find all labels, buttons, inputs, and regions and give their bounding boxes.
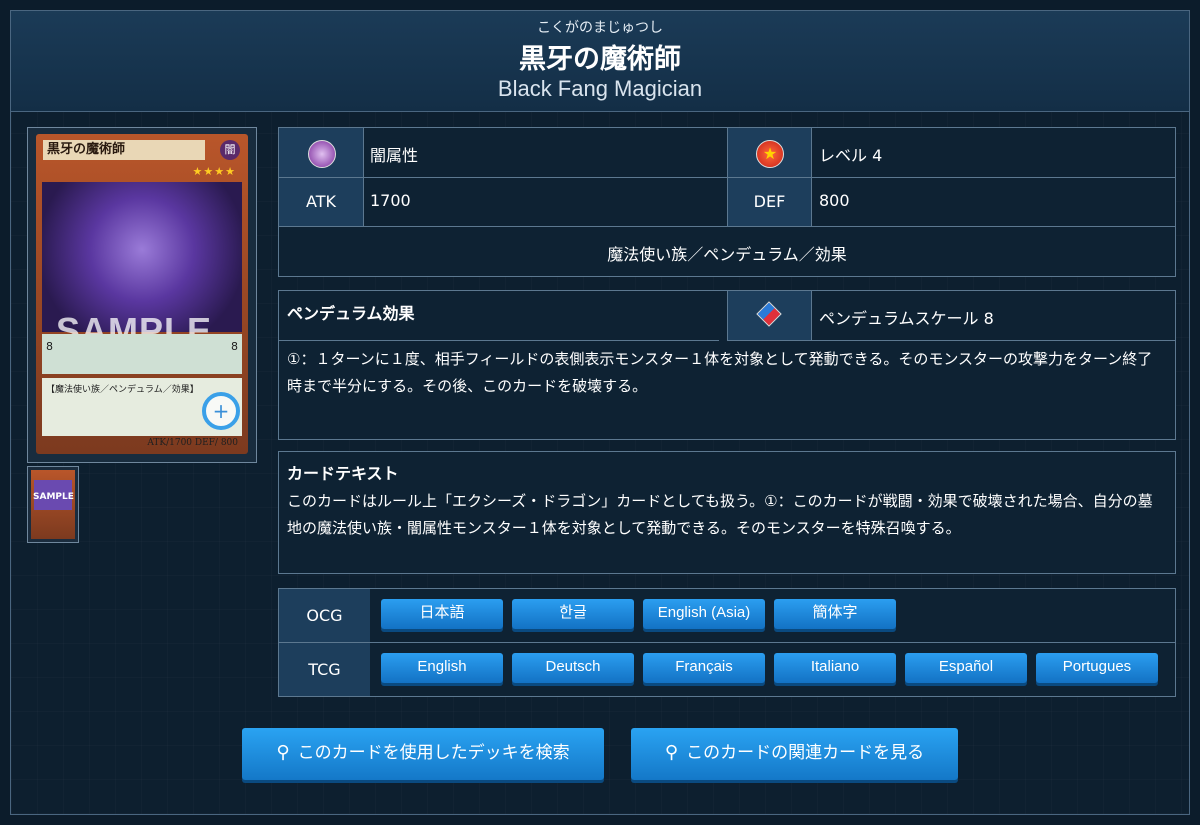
def-value: 800 xyxy=(819,191,850,210)
lang-button-french[interactable]: Français xyxy=(643,653,765,683)
card-name-japanese: 黒牙の魔術師 xyxy=(519,44,681,75)
pendulum-effect-box: ペンデュラム効果 ペンデュラムスケール 8 ①：１ターンに１度、相手フィールドの… xyxy=(278,290,1176,440)
pendulum-effect-text: ①：１ターンに１度、相手フィールドの表側表示モンスター１体を対象として発動できる… xyxy=(287,350,1153,395)
related-cards-label: このカードの関連カードを見る xyxy=(686,743,925,763)
lang-button-simplified-chinese[interactable]: 簡体字 xyxy=(774,599,896,629)
card-image-scale-left: 8 xyxy=(46,340,53,353)
card-image-level-stars: ★★★★ xyxy=(192,165,236,178)
zoom-in-icon[interactable]: + xyxy=(202,392,240,430)
card-thumbnail-face: SAMPLE xyxy=(31,470,75,539)
def-label: DEF xyxy=(728,178,811,226)
card-name-english: Black Fang Magician xyxy=(497,76,703,101)
lang-button-spanish[interactable]: Español xyxy=(905,653,1027,683)
card-image-scale-row: 8 8 xyxy=(42,334,242,374)
lang-button-japanese[interactable]: 日本語 xyxy=(381,599,503,629)
deck-search-label: このカードを使用したデッキを検索 xyxy=(297,743,570,763)
level-value: レベル 4 xyxy=(819,146,883,165)
ocg-label: OCG xyxy=(279,589,370,642)
attribute-value: 闇属性 xyxy=(370,146,419,165)
thumbnail-sample-watermark: SAMPLE xyxy=(33,492,74,502)
card-text-body: このカードはルール上「エクシーズ・ドラゴン」カードとしても扱う。①：このカードが… xyxy=(287,492,1153,537)
card-face: 黒牙の魔術師 闇 ★★★★ SAMPLE 8 8 【魔法使い族／ペンデュラム／効… xyxy=(36,134,248,454)
card-image-scale-right: 8 xyxy=(231,340,238,353)
search-icon: ⚲ xyxy=(664,742,679,763)
card-stats-table: 闇属性 ★ レベル 4 ATK 1700 DEF 800 魔法使い族／ペンデュラ… xyxy=(278,127,1176,277)
card-header: こくがのまじゅつし 黒牙の魔術師 Black Fang Magician xyxy=(11,11,1189,112)
card-detail-panel: こくがのまじゅつし 黒牙の魔術師 Black Fang Magician 黒牙の… xyxy=(10,10,1190,815)
card-image-atk-def: ATK/1700 DEF/ 800 xyxy=(147,438,238,448)
level-star-icon: ★ xyxy=(756,140,784,168)
deck-search-button[interactable]: ⚲ このカードを使用したデッキを検索 xyxy=(242,728,604,780)
atk-value: 1700 xyxy=(370,191,411,210)
lang-button-italian[interactable]: Italiano xyxy=(774,653,896,683)
related-cards-button[interactable]: ⚲ このカードの関連カードを見る xyxy=(631,728,958,780)
lang-button-english-asia[interactable]: English (Asia) xyxy=(643,599,765,629)
level-icon-cell: ★ xyxy=(728,128,811,177)
card-image[interactable]: 黒牙の魔術師 闇 ★★★★ SAMPLE 8 8 【魔法使い族／ペンデュラム／効… xyxy=(27,127,257,463)
atk-label: ATK xyxy=(279,178,363,226)
pendulum-scale-value: ペンデュラムスケール 8 xyxy=(819,309,994,328)
card-image-type-line: 【魔法使い族／ペンデュラム／効果】 xyxy=(46,385,199,395)
lang-button-english[interactable]: English xyxy=(381,653,503,683)
tcg-label: TCG xyxy=(279,643,370,696)
card-thumbnail[interactable]: SAMPLE xyxy=(27,466,79,543)
card-text-box: カードテキスト このカードはルール上「エクシーズ・ドラゴン」カードとしても扱う。… xyxy=(278,451,1176,574)
lang-button-portuguese[interactable]: Portugues xyxy=(1036,653,1158,683)
monster-types: 魔法使い族／ペンデュラム／効果 xyxy=(607,245,847,264)
pendulum-scale-icon-cell xyxy=(728,291,811,340)
attribute-icon-cell xyxy=(279,128,363,177)
card-text-header: カードテキスト xyxy=(287,464,399,483)
pendulum-scale-icon xyxy=(756,301,782,327)
card-name-ruby: こくがのまじゅつし xyxy=(537,20,663,36)
pendulum-effect-header: ペンデュラム効果 xyxy=(287,304,415,323)
lang-button-german[interactable]: Deutsch xyxy=(512,653,634,683)
card-image-attribute: 闇 xyxy=(220,140,240,160)
deck-search-icon: ⚲ xyxy=(276,742,290,763)
lang-button-korean[interactable]: 한글 xyxy=(512,599,634,629)
card-artwork: SAMPLE xyxy=(42,182,242,351)
attribute-dark-icon xyxy=(308,140,336,168)
card-image-title: 黒牙の魔術師 xyxy=(43,140,205,160)
language-table: OCG TCG 日本語 한글 English (Asia) 簡体字 Englis… xyxy=(278,588,1176,697)
